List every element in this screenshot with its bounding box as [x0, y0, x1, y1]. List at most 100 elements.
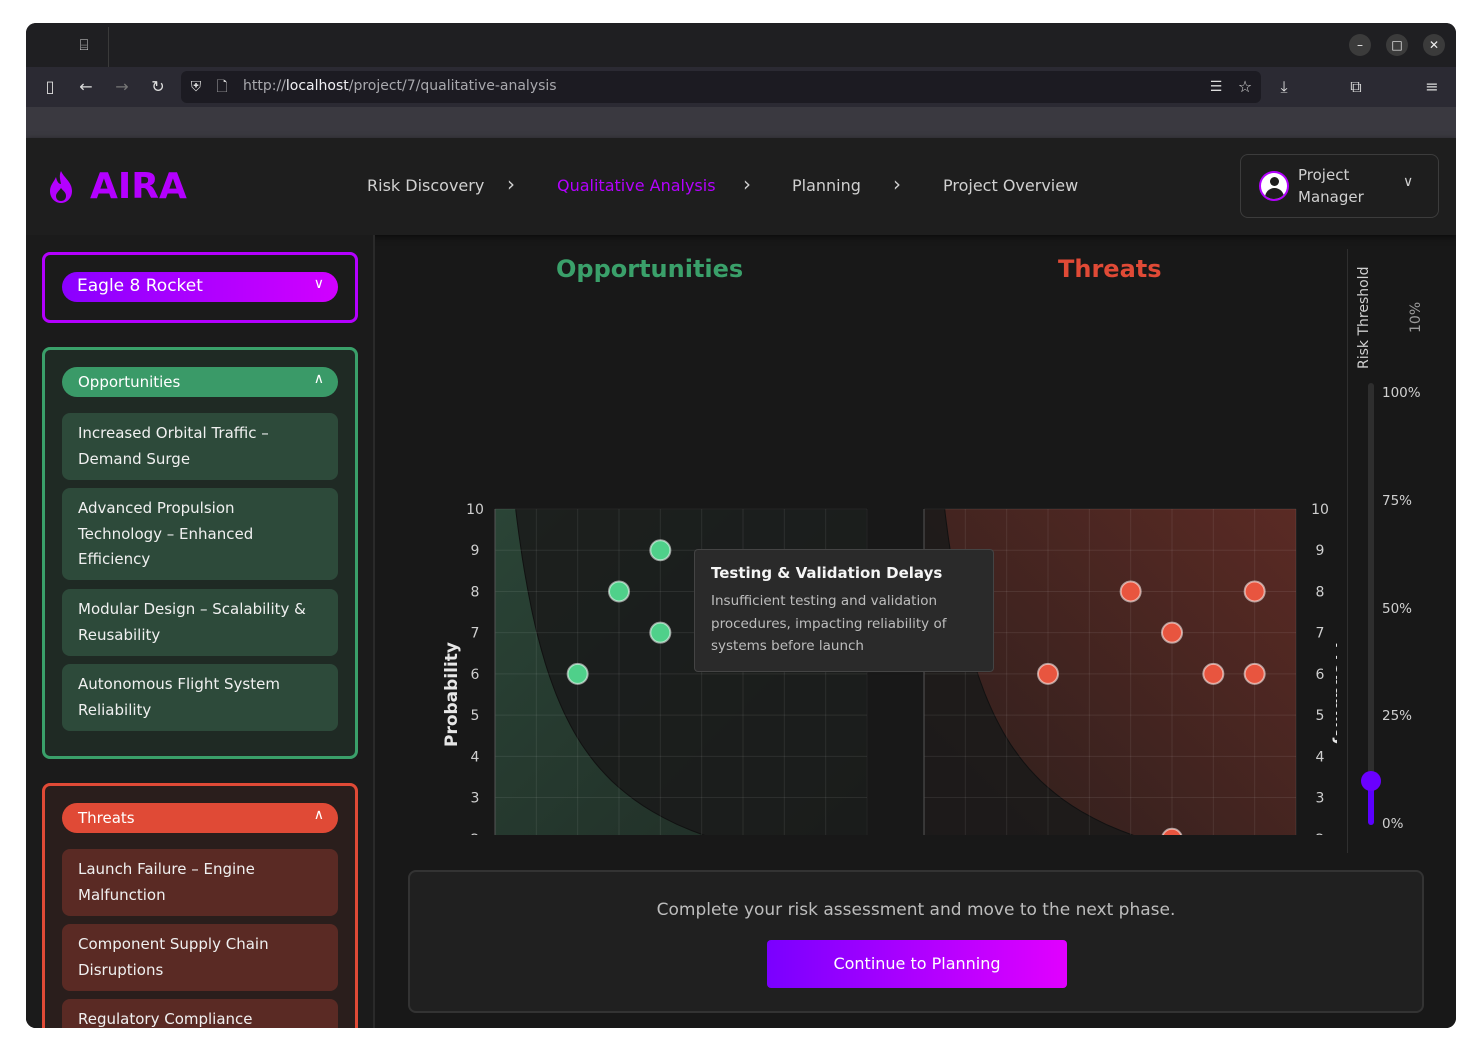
browser-toolbar: ▯ ← → ↻ ⛨ 🗋 http://localhost/project/7/q… [26, 67, 1456, 107]
url-text[interactable]: http://localhost/project/7/qualitative-a… [243, 78, 557, 94]
slider-tick: 25% [1382, 708, 1413, 724]
y-tick-label: 8 [471, 584, 480, 600]
logo-text: AIRA [90, 166, 187, 207]
browser-bar-spacer [26, 107, 1456, 138]
logo[interactable]: AIRA [48, 166, 187, 207]
opportunity-item[interactable]: Advanced Propulsion Technology – Enhance… [62, 488, 338, 580]
user-menu[interactable]: Project Manager ∨ [1240, 154, 1439, 218]
y-tick-label: 6 [471, 667, 480, 683]
chevron-down-icon: ∨ [1403, 174, 1414, 190]
risk-threshold-value: 10% [1408, 301, 1424, 333]
y-tick-label: 10 [466, 502, 484, 518]
threat-item[interactable]: Launch Failure – Engine Malfunction [62, 849, 338, 916]
risk-matrix-charts: 1098765432110987654321ImpactProbability … [442, 502, 1337, 835]
back-icon[interactable]: ← [75, 76, 97, 98]
close-window-icon[interactable]: ✕ [1423, 34, 1445, 56]
reader-mode-icon[interactable]: ☰ [1205, 76, 1227, 98]
risk-point[interactable] [1037, 662, 1059, 685]
opportunity-item[interactable]: Autonomous Flight System Reliability [62, 664, 338, 731]
y-tick-label: 5 [1316, 708, 1325, 724]
chevron-right-icon: › [893, 172, 901, 196]
y-tick-label: 9 [471, 543, 480, 559]
shield-icon[interactable]: ⛨ [185, 76, 207, 98]
risk-tooltip: Testing & Validation Delays Insufficient… [694, 549, 994, 672]
continue-to-planning-button[interactable]: Continue to Planning [767, 940, 1067, 988]
y-axis-label: Probability [442, 642, 462, 747]
y-tick-label: 8 [1316, 584, 1325, 600]
y-tick-label: 2 [1316, 832, 1325, 835]
maximize-icon[interactable]: □ [1386, 34, 1408, 56]
forward-icon[interactable]: → [111, 76, 133, 98]
slider-tick: 50% [1382, 601, 1413, 617]
menu-icon[interactable]: ≡ [1421, 76, 1443, 98]
risk-point[interactable] [1202, 662, 1225, 685]
slider-thumb[interactable] [1361, 770, 1381, 791]
project-selector-box: Eagle 8 Rocket ∨ [42, 252, 358, 323]
url-bar[interactable]: ⛨ 🗋 http://localhost/project/7/qualitati… [181, 71, 1261, 103]
y-tick-label: 3 [1316, 791, 1325, 807]
slider-track[interactable] [1368, 383, 1374, 825]
chevron-up-icon: ∧ [313, 807, 324, 823]
bookmark-star-icon[interactable]: ☆ [1234, 76, 1256, 98]
extensions-icon[interactable]: ⧉ [1345, 76, 1367, 98]
risk-threshold-slider: Risk Threshold 10% 100% 75% 50% 25% 0% [1347, 249, 1453, 853]
threats-panel: Threats ∧ Launch Failure – Engine Malfun… [42, 783, 358, 1028]
tab-bar: ⌸ – □ ✕ [26, 23, 1456, 67]
app: AIRA Risk Discovery › Qualitative Analys… [26, 138, 1456, 1028]
main-content: Opportunities Threats 109876543211098765… [377, 235, 1456, 1028]
nav-project-overview[interactable]: Project Overview [943, 176, 1078, 195]
download-icon[interactable]: ⤓ [1273, 76, 1295, 98]
slider-tick: 0% [1382, 816, 1404, 832]
threat-item[interactable]: Component Supply Chain Disruptions [62, 924, 338, 991]
threat-item[interactable]: Regulatory Compliance [62, 999, 338, 1028]
y-tick-label: 10 [1311, 502, 1329, 518]
y-tick-label: 7 [1316, 626, 1325, 642]
y-tick-label: 4 [471, 749, 480, 765]
opportunity-item[interactable]: Increased Orbital Traffic – Demand Surge [62, 413, 338, 480]
y-tick-label: 7 [471, 626, 480, 642]
risk-point[interactable] [1243, 580, 1266, 603]
chevron-up-icon: ∧ [313, 371, 324, 387]
sidebar: Eagle 8 Rocket ∨ Opportunities ∧ Increas… [26, 235, 375, 1028]
nav-risk-discovery[interactable]: Risk Discovery [367, 176, 484, 195]
risk-point[interactable] [1119, 580, 1142, 603]
tooltip-description: Insufficient testing and validation proc… [711, 593, 947, 654]
reload-icon[interactable]: ↻ [147, 76, 169, 98]
user-avatar-icon [1259, 171, 1289, 201]
continue-text: Complete your risk assessment and move t… [656, 900, 1176, 920]
continue-panel: Complete your risk assessment and move t… [408, 870, 1424, 1013]
y-tick-label: 6 [1316, 667, 1325, 683]
flame-logo-icon [50, 170, 72, 203]
risk-point[interactable] [649, 539, 672, 562]
y-tick-label: 3 [471, 791, 480, 807]
tab-overview-icon[interactable]: ⌸ [74, 35, 94, 55]
y-tick-label: 9 [1316, 543, 1325, 559]
nav-qualitative-analysis[interactable]: Qualitative Analysis [557, 176, 716, 195]
slider-tick: 75% [1382, 493, 1413, 509]
project-select[interactable]: Eagle 8 Rocket ∨ [62, 272, 338, 302]
sidebar-toggle-icon[interactable]: ▯ [39, 76, 61, 98]
risk-threshold-label: Risk Threshold [1356, 266, 1372, 369]
y-axis-label: Probability [1331, 642, 1337, 747]
project-name: Eagle 8 Rocket [77, 276, 203, 296]
minimize-icon[interactable]: – [1349, 34, 1371, 56]
opportunity-item[interactable]: Modular Design – Scalability & Reusabili… [62, 589, 338, 656]
slider-tick: 100% [1382, 385, 1421, 401]
risk-point[interactable] [608, 580, 630, 603]
y-tick-label: 4 [1316, 749, 1325, 765]
chevron-right-icon: › [743, 172, 751, 196]
threats-toggle[interactable]: Threats ∧ [62, 803, 338, 833]
app-header: AIRA Risk Discovery › Qualitative Analys… [26, 138, 1456, 235]
chevron-down-icon: ∨ [313, 276, 324, 292]
risk-point[interactable] [566, 662, 589, 685]
browser-window: ⌸ – □ ✕ ▯ ← → ↻ ⛨ 🗋 http://localhost/pro… [26, 23, 1456, 1028]
risk-point[interactable] [1243, 662, 1266, 685]
nav-planning[interactable]: Planning [792, 176, 861, 195]
opportunities-panel: Opportunities ∧ Increased Orbital Traffi… [42, 347, 358, 759]
risk-point[interactable] [649, 621, 672, 644]
risk-point[interactable] [1161, 621, 1183, 644]
opportunities-toggle[interactable]: Opportunities ∧ [62, 367, 338, 397]
tooltip-title: Testing & Validation Delays [711, 564, 943, 582]
opportunities-label: Opportunities [78, 373, 181, 391]
user-role: Project Manager [1298, 166, 1364, 206]
